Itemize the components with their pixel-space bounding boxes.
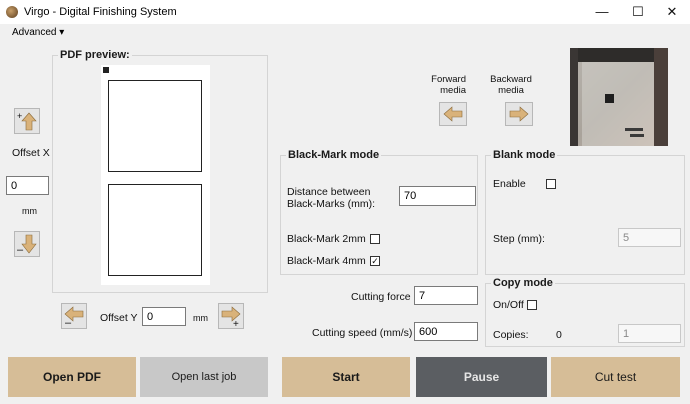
cutting-speed-label: Cutting speed (mm/s) xyxy=(312,327,413,339)
svg-text:+: + xyxy=(233,319,239,327)
minimize-button[interactable]: — xyxy=(586,0,618,24)
black-mark-2mm-label: Black-Mark 2mm xyxy=(287,233,366,245)
svg-text:+: + xyxy=(17,111,22,121)
black-mark-4mm-label: Black-Mark 4mm xyxy=(287,255,366,267)
open-pdf-button[interactable]: Open PDF xyxy=(8,357,136,397)
menu-bar xyxy=(0,24,690,40)
enable-checkbox[interactable] xyxy=(546,179,556,189)
camera-preview xyxy=(570,48,668,146)
camera-image xyxy=(570,48,668,146)
forward-media-button[interactable] xyxy=(439,102,467,126)
forward-media-label: Forward media xyxy=(431,74,466,96)
copies-count: 0 xyxy=(556,329,562,341)
blank-mode-group xyxy=(485,155,685,275)
backward-media-button[interactable] xyxy=(505,102,533,126)
arrow-right-plus-icon: + xyxy=(221,306,241,327)
distance-label: Distance between Black-Marks (mm): xyxy=(287,186,376,210)
backward-media-label: Backward media xyxy=(490,74,532,96)
offset-x-up-button[interactable]: + xyxy=(14,108,40,134)
offset-x-unit: mm xyxy=(22,206,37,216)
offset-x-label: Offset X xyxy=(12,147,50,159)
black-mark-title: Black-Mark mode xyxy=(286,149,382,161)
black-mark-2mm-checkbox[interactable] xyxy=(370,234,380,244)
blank-mode-title: Blank mode xyxy=(491,149,558,161)
onoff-label: On/Off xyxy=(493,299,524,311)
offset-y-input[interactable]: 0 xyxy=(142,307,186,326)
step-label: Step (mm): xyxy=(493,233,545,245)
pause-button[interactable]: Pause xyxy=(416,357,547,397)
arrow-up-plus-icon: + xyxy=(17,111,37,131)
offset-x-input[interactable]: 0 xyxy=(6,176,49,195)
svg-text:–: – xyxy=(65,317,72,327)
arrow-left-icon xyxy=(443,106,463,122)
distance-input[interactable]: 70 xyxy=(399,186,476,206)
pdf-preview-title: PDF preview: xyxy=(58,49,132,61)
black-mark xyxy=(103,67,109,73)
arrow-right-icon xyxy=(509,106,529,122)
window-title: Virgo - Digital Finishing System xyxy=(24,6,177,18)
pdf-label-top xyxy=(108,80,202,172)
black-mark-4mm-checkbox[interactable]: ✓ xyxy=(370,256,380,266)
step-input[interactable]: 5 xyxy=(618,228,681,247)
offset-y-unit: mm xyxy=(193,313,208,323)
menu-advanced[interactable]: Advanced ▾ xyxy=(12,27,64,38)
arrow-left-minus-icon: – xyxy=(64,306,84,327)
offset-x-down-button[interactable]: – xyxy=(14,231,40,257)
open-last-job-button[interactable]: Open last job xyxy=(140,357,268,397)
copies-label: Copies: xyxy=(493,329,529,341)
copies-input[interactable]: 1 xyxy=(618,324,681,343)
cutting-force-label: Cutting force xyxy=(351,291,411,303)
maximize-button[interactable]: ☐ xyxy=(622,0,654,24)
onoff-checkbox[interactable] xyxy=(527,300,537,310)
start-button[interactable]: Start xyxy=(282,357,410,397)
cut-test-button[interactable]: Cut test xyxy=(551,357,680,397)
enable-label: Enable xyxy=(493,178,526,190)
offset-y-right-button[interactable]: + xyxy=(218,303,244,329)
offset-y-label: Offset Y xyxy=(100,312,138,324)
offset-y-left-button[interactable]: – xyxy=(61,303,87,329)
close-button[interactable]: ✕ xyxy=(656,0,688,24)
cutting-force-input[interactable]: 7 xyxy=(414,286,478,305)
cutting-speed-input[interactable]: 600 xyxy=(414,322,478,341)
app-logo-icon xyxy=(6,6,18,18)
arrow-down-minus-icon: – xyxy=(17,234,37,255)
pdf-label-bottom xyxy=(108,184,202,276)
copy-mode-title: Copy mode xyxy=(491,277,555,289)
